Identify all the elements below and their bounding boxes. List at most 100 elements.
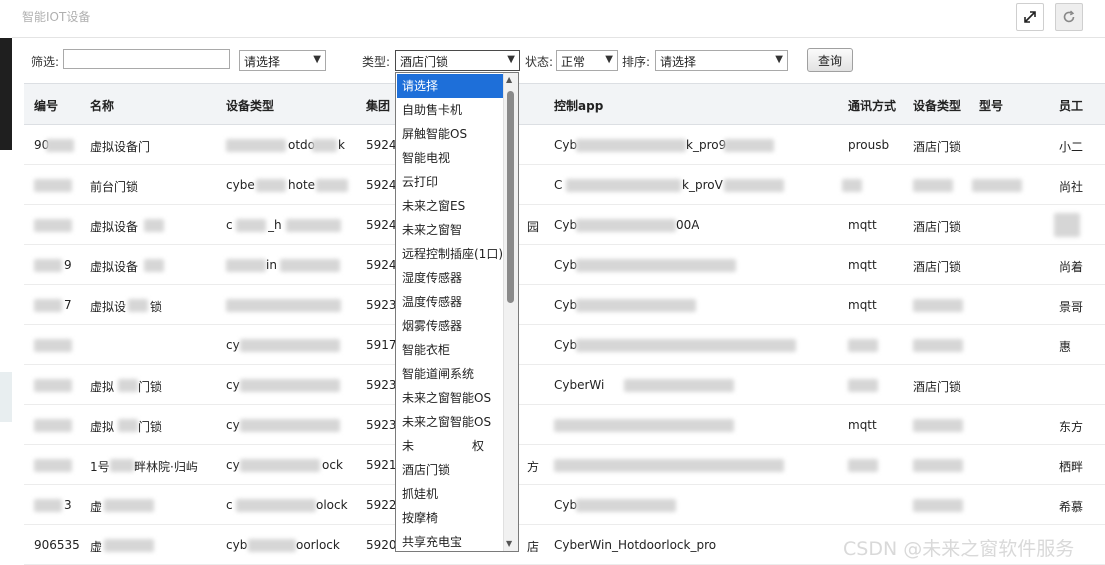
dropdown-option[interactable]: 自助售卡机	[397, 98, 505, 122]
table-row[interactable]: 7 虚拟设 锁 5923 Cyb mqtt 景哥	[24, 285, 1105, 325]
cell-type2: 酒店门锁	[913, 260, 962, 274]
table-row[interactable]: 3 虚 c olock 5922 Cyb 希慕	[24, 485, 1105, 525]
redaction	[226, 259, 266, 272]
cell-staff: 小二	[1059, 140, 1084, 154]
type-label: 类型:	[362, 55, 391, 69]
table-row[interactable]: cy 5917 Cyb 惠	[24, 325, 1105, 365]
table-row[interactable]: 虚拟设备 c _h 5924 园 Cyb 00A mqtt 酒店门锁	[24, 205, 1105, 245]
dropdown-option[interactable]: 未来之窗智能OS	[397, 386, 505, 410]
filter-input[interactable]	[63, 49, 230, 69]
select-generic[interactable]: 请选择 ▼	[239, 50, 326, 71]
col-model[interactable]: 型号	[979, 97, 1003, 114]
dropdown-option[interactable]: 按摩椅	[397, 506, 505, 530]
col-group[interactable]: 集团	[366, 97, 390, 114]
cell-devtype-end: in	[266, 258, 277, 272]
table-row[interactable]: 90 虚拟设备门 otdo k 5924 Cyb k_pro9 prousb 酒…	[24, 125, 1105, 165]
cell-group-end: 店	[527, 540, 540, 554]
dropdown-option[interactable]: 湿度传感器	[397, 266, 505, 290]
fullscreen-button[interactable]	[1016, 3, 1044, 31]
type-select[interactable]: 酒店门锁 ▼	[395, 50, 520, 71]
cell-id: 3	[64, 498, 72, 512]
cell-name: 虚拟	[90, 420, 115, 434]
dropdown-option[interactable]: 未来之窗ES	[397, 194, 505, 218]
redaction	[842, 179, 862, 192]
filter-bar: 筛选: 请选择 ▼ 类型: 酒店门锁 ▼ 状态: 正常 ▼ 排序: 请选择 ▼ …	[12, 38, 1105, 82]
table-row[interactable]: 前台门锁 cybe hote 5924 C k_proV 尚社	[24, 165, 1105, 205]
col-devtype[interactable]: 设备类型	[226, 97, 274, 114]
redaction	[312, 139, 337, 152]
sort-label: 排序:	[622, 55, 651, 69]
dropdown-option[interactable]: 温度传感器	[397, 290, 505, 314]
dropdown-option[interactable]: 未权	[397, 434, 505, 458]
table-row[interactable]: 1号 畔林院·归屿 cy ock 5921 方 栖畔	[24, 445, 1105, 485]
col-id[interactable]: 编号	[34, 97, 58, 114]
redaction	[144, 219, 164, 232]
scrollbar-thumb[interactable]	[507, 91, 514, 303]
dropdown-option[interactable]: 烟雾传感器	[397, 314, 505, 338]
redaction	[236, 499, 316, 512]
table-row[interactable]: 9 虚拟设备 in 5924 Cyb mqtt 酒店门锁 尚着	[24, 245, 1105, 285]
cell-staff: 希慕	[1059, 500, 1084, 514]
dropdown-option[interactable]: 未来之窗智	[397, 218, 505, 242]
col-app[interactable]: 控制app	[554, 97, 603, 114]
expand-icon	[1024, 11, 1036, 23]
dropdown-option[interactable]: 远程控制插座(1口)	[397, 242, 505, 266]
cell-comm: mqtt	[848, 298, 877, 312]
dropdown-option[interactable]: 共享充电宝	[397, 530, 505, 551]
dropdown-option[interactable]: 抓娃机	[397, 482, 505, 506]
dropdown-option[interactable]: 智能衣柜	[397, 338, 505, 362]
dropdown-option[interactable]: 酒店门锁	[397, 458, 505, 482]
redaction	[724, 179, 784, 192]
dropdown-scrollbar[interactable]: ▲ ▼	[503, 73, 518, 551]
cell-app: C	[554, 178, 563, 192]
cell-name: 虚拟设备门	[90, 140, 151, 154]
cell-devtype: cy	[226, 458, 240, 472]
col-name[interactable]: 名称	[90, 97, 114, 114]
redaction	[110, 459, 134, 472]
refresh-button[interactable]	[1055, 3, 1083, 31]
col-devtype2[interactable]: 设备类型	[913, 97, 961, 114]
cell-name: 虚拟	[90, 380, 115, 394]
redaction	[34, 459, 72, 472]
cell-app: Cyb	[554, 258, 578, 272]
cell-devtype: cy	[226, 418, 240, 432]
cell-app-end: k_proV	[682, 178, 723, 192]
dropdown-option[interactable]: 请选择	[397, 74, 505, 98]
redaction	[913, 179, 953, 192]
redaction	[624, 379, 734, 392]
redaction	[240, 379, 340, 392]
col-comm[interactable]: 通讯方式	[848, 97, 896, 114]
dropdown-option[interactable]: 智能道闸系统	[397, 362, 505, 386]
type-dropdown-list[interactable]: 请选择 自助售卡机 屏触智能OS 智能电视 云打印 未来之窗ES 未来之窗智 远程控制插座(1…	[395, 72, 519, 552]
sort-select[interactable]: 请选择 ▼	[655, 50, 788, 71]
chevron-down-icon: ▼	[507, 54, 515, 65]
query-button[interactable]: 查询	[807, 48, 853, 72]
redaction	[118, 419, 138, 432]
scroll-up-icon[interactable]: ▲	[506, 75, 512, 84]
table-row[interactable]: 虚拟 门锁 cy 5923 CyberWi 酒店门锁	[24, 365, 1105, 405]
panel-header: 智能IOT设备	[12, 0, 1105, 38]
dropdown-option[interactable]: 智能电视	[397, 146, 505, 170]
redaction	[226, 139, 286, 152]
col-staff[interactable]: 员工	[1059, 97, 1083, 114]
cell-app: CyberWi	[554, 378, 605, 392]
cell-staff: 惠	[1059, 340, 1072, 354]
redaction	[280, 259, 340, 272]
refresh-icon	[1063, 10, 1075, 23]
redaction	[576, 139, 686, 152]
status-label: 状态:	[525, 55, 554, 69]
redaction	[554, 459, 784, 472]
dropdown-option[interactable]: 屏触智能OS	[397, 122, 505, 146]
redaction	[248, 539, 296, 552]
redaction	[316, 179, 348, 192]
table-row[interactable]: 虚拟 门锁 cy 5923 mqtt 东方	[24, 405, 1105, 445]
cell-app-end: 00A	[676, 218, 700, 232]
dropdown-option[interactable]: 云打印	[397, 170, 505, 194]
cell-name: 前台门锁	[90, 180, 139, 194]
cell-type2: 酒店门锁	[913, 220, 962, 234]
dropdown-option[interactable]: 未来之窗智能OS	[397, 410, 505, 434]
scroll-down-icon[interactable]: ▼	[506, 539, 512, 548]
cell-name: 虚	[90, 500, 103, 514]
status-select[interactable]: 正常 ▼	[556, 50, 618, 71]
cell-staff: 东方	[1059, 420, 1084, 434]
